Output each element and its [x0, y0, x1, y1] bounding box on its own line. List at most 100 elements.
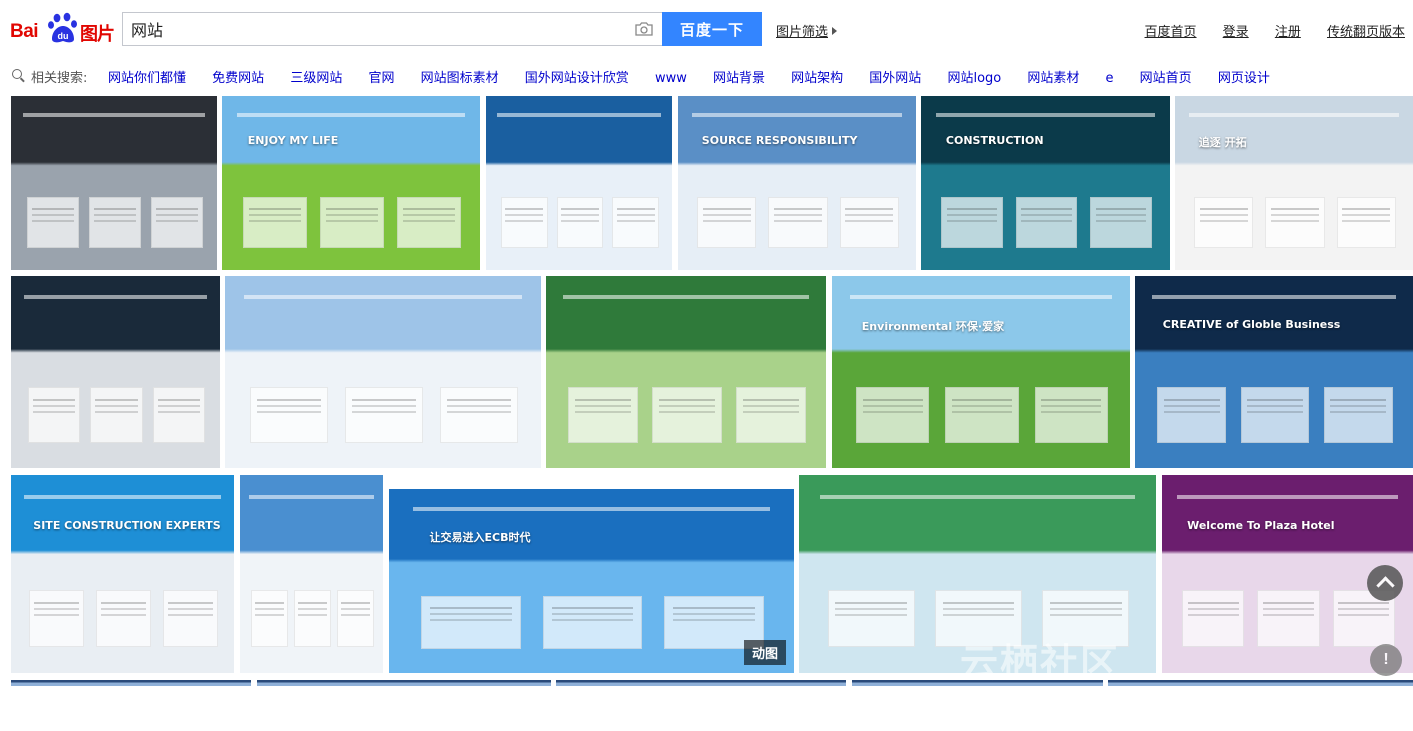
image-result-tile[interactable]	[11, 96, 217, 270]
tile-text-line	[167, 601, 213, 604]
related-item[interactable]: 网站你们都懂	[108, 71, 186, 86]
image-result-tile[interactable]: 让交易进入ECB时代 动图	[389, 489, 794, 673]
tile-navbar	[935, 113, 1156, 118]
tile-content-block	[652, 387, 722, 444]
tile-content-block	[1041, 589, 1130, 648]
tile-text-line	[951, 399, 1013, 402]
triangle-right-icon	[832, 27, 838, 35]
tile-content-block	[90, 387, 143, 444]
tile-content-block	[556, 196, 604, 248]
baidu-image-logo[interactable]: Bai du 图片	[10, 12, 115, 45]
tile-text-line	[742, 399, 800, 402]
tile-text-line	[1096, 207, 1147, 210]
tile-caption: Welcome To Plaza Hotel	[1187, 518, 1335, 532]
related-item[interactable]: 国外网站	[869, 71, 921, 86]
related-item[interactable]: www	[655, 71, 687, 86]
tile-content-block	[934, 589, 1023, 648]
tile-content-block	[397, 196, 462, 248]
related-item[interactable]: 网站素材	[1027, 71, 1079, 86]
tile-text-line	[32, 399, 75, 402]
related-item[interactable]: 国外网站设计欣赏	[525, 71, 629, 86]
tile-content-block	[337, 589, 374, 648]
link-login[interactable]: 登录	[1223, 25, 1249, 40]
tile-text-line	[255, 601, 285, 604]
tile-navbar	[1177, 494, 1398, 499]
tile-caption: SITE CONSTRUCTION EXPERTS	[33, 518, 221, 532]
image-result-tile[interactable]: SITE CONSTRUCTION EXPERTS	[11, 475, 234, 673]
tile-content-block	[153, 387, 206, 444]
related-item[interactable]: 网站架构	[791, 71, 843, 86]
top-links: 百度首页 登录 注册 传统翻页版本	[1123, 21, 1405, 40]
related-item[interactable]: 免费网站	[212, 71, 264, 86]
image-result-tile[interactable]: CREATIVE of Globle Business	[1135, 276, 1413, 468]
image-result-tile[interactable]: CONSTRUCTION	[921, 96, 1170, 270]
image-result-tile[interactable]: 追逐 开拓	[1175, 96, 1413, 270]
link-classic-pager[interactable]: 传统翻页版本	[1327, 25, 1405, 40]
feedback-button[interactable]: !	[1370, 644, 1402, 676]
tile-content-block	[768, 196, 828, 248]
image-result-tile[interactable]	[240, 475, 383, 673]
tile-content-block	[242, 196, 307, 248]
camera-icon[interactable]	[634, 21, 654, 37]
image-result-tile[interactable]	[11, 276, 220, 468]
related-item[interactable]: 网站图标素材	[421, 71, 499, 86]
tile-navbar	[243, 295, 523, 300]
search-icon	[12, 69, 22, 79]
tile-content-block	[612, 196, 660, 248]
tile-caption: 让交易进入ECB时代	[429, 531, 531, 545]
tile-content-block	[736, 387, 806, 444]
image-result-tile[interactable]	[257, 680, 551, 686]
search-input[interactable]	[123, 13, 631, 45]
tile-caption: CONSTRUCTION	[945, 134, 1044, 148]
tile-text-line	[1338, 601, 1390, 604]
image-filter-label: 图片筛选	[776, 25, 829, 40]
tile-text-line	[94, 207, 136, 210]
image-result-tile[interactable]	[852, 680, 1103, 686]
tile-content-block	[1324, 387, 1393, 444]
image-result-tile[interactable]	[486, 96, 672, 270]
tile-text-line	[352, 399, 416, 402]
related-item[interactable]: 网站背景	[713, 71, 765, 86]
related-item[interactable]: 网站首页	[1140, 71, 1192, 86]
tile-text-line	[340, 601, 370, 604]
tile-navbar	[1151, 295, 1397, 300]
tile-navbar	[849, 295, 1113, 300]
scroll-to-top-button[interactable]	[1367, 565, 1403, 601]
image-result-tile[interactable]	[546, 276, 826, 468]
tile-text-line	[248, 207, 301, 210]
image-result-tile[interactable]: Environmental 环保·爱家	[832, 276, 1130, 468]
header: Bai du 图片 百度一下 图片筛选 百度首页 登录 注册 传统翻页版本	[0, 0, 1413, 56]
tile-content-block	[1034, 387, 1109, 444]
tile-content-block	[697, 196, 757, 248]
logo-du: du	[58, 31, 69, 41]
tile-navbar	[1189, 113, 1399, 118]
tile-navbar	[23, 295, 208, 300]
link-register[interactable]: 注册	[1275, 25, 1301, 40]
image-result-tile[interactable]	[11, 680, 251, 686]
search-button[interactable]: 百度一下	[662, 12, 762, 46]
related-item[interactable]: 网站logo	[947, 71, 1001, 86]
related-item[interactable]: 网页设计	[1218, 71, 1270, 86]
link-baidu-home[interactable]: 百度首页	[1145, 25, 1197, 40]
tile-text-line	[702, 207, 751, 210]
tile-navbar	[248, 494, 375, 499]
tile-content-block	[27, 196, 79, 248]
tile-content-block	[421, 595, 521, 650]
image-result-tile[interactable]: SOURCE RESPONSIBILITY	[678, 96, 916, 270]
tile-text-line	[1041, 399, 1102, 402]
image-filter-link[interactable]: 图片筛选	[776, 21, 838, 40]
related-item[interactable]: e	[1106, 71, 1114, 86]
tile-text-line	[617, 207, 655, 210]
related-item[interactable]: 三级网站	[290, 71, 342, 86]
tile-content-block	[95, 589, 152, 648]
image-result-tile[interactable]	[1108, 680, 1413, 686]
tile-text-line	[1263, 601, 1314, 604]
paw-icon: du	[48, 12, 77, 43]
image-result-tile[interactable]	[799, 475, 1156, 673]
related-item[interactable]: 官网	[368, 71, 394, 86]
image-result-tile[interactable]	[556, 680, 846, 686]
image-result-tile[interactable]	[225, 276, 541, 468]
tile-text-line	[1342, 207, 1391, 210]
image-result-tile[interactable]: ENJOY MY LIFE	[222, 96, 480, 270]
tile-text-line	[156, 207, 198, 210]
